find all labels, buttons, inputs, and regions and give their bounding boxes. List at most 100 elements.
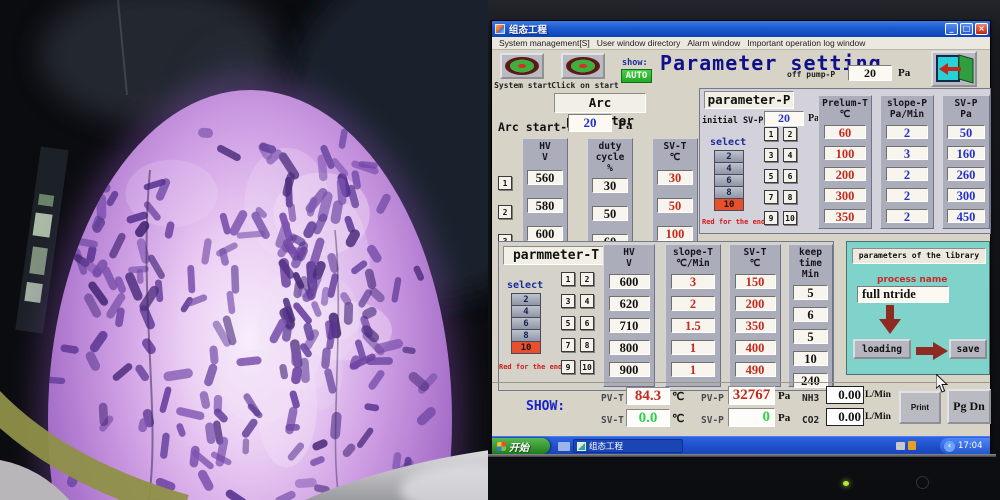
close-button[interactable]: × — [975, 23, 988, 35]
pt-pad-4[interactable]: 4 — [580, 294, 594, 308]
pt-pad-7[interactable]: 7 — [561, 338, 575, 352]
off-pump-field[interactable]: 20 — [848, 65, 892, 81]
pt-hv-4[interactable]: 800 — [609, 340, 650, 355]
slope-p-4[interactable]: 2 — [886, 188, 929, 202]
pt-keep-5[interactable]: 240 — [793, 373, 828, 388]
pt-svt-3[interactable]: 350 — [735, 318, 776, 333]
monitor-bezel: 组态工程 _ □ × System management[S] User win… — [488, 0, 1000, 500]
pt-slope-1[interactable]: 3 — [671, 274, 715, 289]
library-title: parameters of the library — [852, 248, 986, 264]
arc-hv-3[interactable]: 600 — [527, 226, 563, 241]
prelum-4[interactable]: 300 — [824, 188, 867, 202]
pp-pad-8[interactable]: 8 — [783, 190, 797, 204]
pp-pad-7[interactable]: 7 — [764, 190, 778, 204]
arc-duty-2[interactable]: 50 — [592, 206, 628, 221]
pt-pad-9[interactable]: 9 — [561, 360, 575, 374]
pt-keep-3[interactable]: 5 — [793, 329, 828, 344]
arc-hv-1[interactable]: 560 — [527, 170, 563, 185]
pt-hv-3[interactable]: 710 — [609, 318, 650, 333]
exit-button[interactable] — [931, 51, 977, 87]
sv-p-1[interactable]: 50 — [947, 125, 985, 139]
click-on-start-button[interactable] — [561, 53, 605, 79]
pt-hv-2[interactable]: 620 — [609, 296, 650, 311]
pp-pad-3[interactable]: 3 — [764, 148, 778, 162]
arc-hv-2[interactable]: 580 — [527, 198, 563, 213]
auto-mode-indicator[interactable]: AUTO — [621, 69, 652, 83]
print-button[interactable]: Print — [899, 391, 941, 424]
pt-pad-2[interactable]: 2 — [580, 272, 594, 286]
sv-p-2[interactable]: 160 — [947, 146, 985, 160]
sv-p-5[interactable]: 450 — [947, 209, 985, 223]
menu-user-window-directory[interactable]: User window directory — [597, 38, 681, 48]
tray-icon-1[interactable] — [896, 442, 905, 450]
sv-p-4[interactable]: 300 — [947, 188, 985, 202]
pt-keep-2[interactable]: 6 — [793, 307, 828, 322]
taskbar-item-app[interactable]: 组态工程 — [573, 439, 683, 453]
pp-pad-6[interactable]: 6 — [783, 169, 797, 183]
maximize-button[interactable]: □ — [960, 23, 973, 35]
prelum-5[interactable]: 350 — [824, 209, 867, 223]
pt-pad-6[interactable]: 6 — [580, 316, 594, 330]
pt-slope-5[interactable]: 1 — [671, 362, 715, 377]
arc-row1-button[interactable]: 1 — [498, 176, 512, 190]
system-start-button[interactable] — [500, 53, 544, 79]
pt-keep-4[interactable]: 10 — [793, 351, 828, 366]
menu-operation-log[interactable]: Important operation log window — [747, 38, 865, 48]
slope-p-1[interactable]: 2 — [886, 125, 929, 139]
pt-svt-5[interactable]: 490 — [735, 362, 776, 377]
pp-pad-5[interactable]: 5 — [764, 169, 778, 183]
loading-button[interactable]: loading — [853, 339, 911, 359]
menu-system-management[interactable]: System management[S] — [499, 38, 590, 48]
pt-pad-5[interactable]: 5 — [561, 316, 575, 330]
pp-pad-4[interactable]: 4 — [783, 148, 797, 162]
save-button[interactable]: save — [949, 339, 987, 359]
pt-pad-10[interactable]: 10 — [580, 360, 594, 374]
arc-svt-3[interactable]: 100 — [657, 226, 693, 241]
nh3-unit: L/Min — [865, 390, 891, 400]
pt-hv-1[interactable]: 600 — [609, 274, 650, 289]
minimize-button[interactable]: _ — [945, 23, 958, 35]
process-name-field[interactable]: full ntride — [857, 286, 949, 303]
pt-svt-2[interactable]: 200 — [735, 296, 776, 311]
prelum-2[interactable]: 100 — [824, 146, 867, 160]
pp-select-10[interactable]: 10 — [714, 198, 744, 211]
arc-row2-button[interactable]: 2 — [498, 205, 512, 219]
pp-pad-2[interactable]: 2 — [783, 127, 797, 141]
arc-start-field[interactable]: 20 — [568, 114, 612, 132]
slope-p-2[interactable]: 3 — [886, 146, 929, 160]
prelum-3[interactable]: 200 — [824, 167, 867, 181]
co2-label: CO2 — [802, 415, 819, 426]
tray-shield-icon[interactable] — [908, 441, 916, 450]
tray-chevron-icon[interactable]: ‹ — [944, 441, 955, 452]
initial-svp-field[interactable]: 20 — [764, 111, 804, 126]
pt-slope-3[interactable]: 1.5 — [671, 318, 715, 333]
pt-svt-4[interactable]: 400 — [735, 340, 776, 355]
pp-select-stack: 2 4 6 8 10 — [714, 151, 744, 211]
pt-select-10[interactable]: 10 — [511, 341, 541, 354]
sv-p-3[interactable]: 260 — [947, 167, 985, 181]
pt-svt-1[interactable]: 150 — [735, 274, 776, 289]
arc-svt-1[interactable]: 30 — [657, 170, 693, 185]
slope-p-3[interactable]: 2 — [886, 167, 929, 181]
arc-svt-2[interactable]: 50 — [657, 198, 693, 213]
pt-keep-1[interactable]: 5 — [793, 285, 828, 300]
windows-logo-icon — [497, 442, 506, 451]
pt-slope-2[interactable]: 2 — [671, 296, 715, 311]
page-down-button[interactable]: Pg Dn — [947, 389, 991, 424]
arc-duty-1[interactable]: 30 — [592, 178, 628, 193]
pp-pad-10[interactable]: 10 — [783, 211, 797, 225]
slope-p-5[interactable]: 2 — [886, 209, 929, 223]
quick-launch-icon[interactable] — [558, 442, 570, 451]
pt-pad-1[interactable]: 1 — [561, 272, 575, 286]
pp-pad-1[interactable]: 1 — [764, 127, 778, 141]
pt-pad-8[interactable]: 8 — [580, 338, 594, 352]
menu-alarm-window[interactable]: Alarm window — [687, 38, 740, 48]
pp-pad-9[interactable]: 9 — [764, 211, 778, 225]
pt-slope-4[interactable]: 1 — [671, 340, 715, 355]
pt-pad-3[interactable]: 3 — [561, 294, 575, 308]
power-button[interactable] — [916, 476, 929, 489]
system-start-lamp-icon — [505, 57, 539, 75]
start-button[interactable]: 开始 — [492, 438, 550, 454]
prelum-1[interactable]: 60 — [824, 125, 867, 139]
pt-hv-5[interactable]: 900 — [609, 362, 650, 377]
